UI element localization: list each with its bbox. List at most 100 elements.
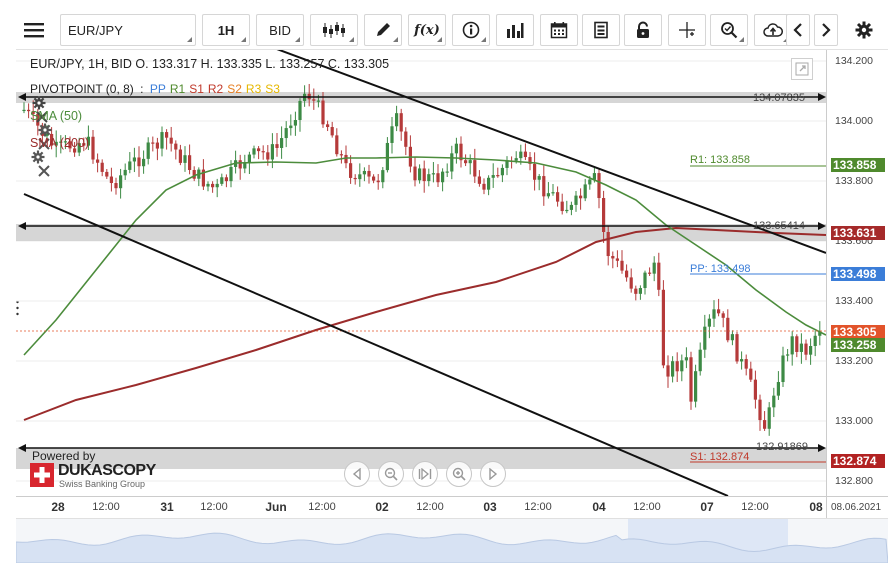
candle-body [422, 168, 426, 182]
price-side-value: BID [269, 22, 291, 38]
candle-body [537, 176, 541, 180]
candle-body [395, 113, 399, 127]
candle-body [523, 151, 527, 158]
chart-type-button[interactable] [310, 14, 358, 46]
hline-mid-label: 133.65414 [753, 220, 805, 232]
menu-button[interactable] [16, 14, 52, 46]
zoom-in-button[interactable] [446, 461, 472, 487]
candle-body [615, 258, 619, 261]
sma200-title: SMA (200) [30, 136, 90, 150]
navigator[interactable] [15, 518, 888, 564]
fullscreen-button[interactable] [791, 58, 813, 80]
price-label: 133.258 [831, 338, 885, 352]
drawing-tools-button[interactable] [364, 14, 402, 46]
candle-body [482, 183, 486, 190]
time-label: 31 [160, 500, 174, 514]
volume-button[interactable] [496, 14, 534, 46]
time-label: 12:00 [92, 501, 120, 513]
dropdown-corner-icon [393, 37, 398, 42]
instrument-select[interactable]: EUR/JPY [60, 14, 196, 46]
time-axis[interactable]: 28 12:00 31 12:00 Jun 12:00 02 12:00 03 12:00 04 12… [16, 496, 826, 518]
reset-view-button[interactable] [412, 461, 438, 487]
candle-body [91, 136, 95, 160]
candle-body [569, 204, 573, 210]
zoom-button[interactable] [710, 14, 748, 46]
candle-body [804, 343, 808, 355]
report-button[interactable] [582, 14, 620, 46]
candlestick-icon [323, 22, 345, 38]
candle-body [243, 163, 247, 169]
dukascopy-logo-icon [30, 463, 54, 487]
document-icon [594, 21, 608, 39]
candle-body [165, 132, 169, 138]
hline-top-label: 134.07835 [753, 92, 805, 104]
bar-chart-icon [507, 23, 524, 38]
candle-body [652, 262, 656, 274]
time-label: 12:00 [308, 501, 336, 513]
candle-body [252, 148, 256, 155]
candle-body [717, 309, 721, 314]
powered-by-text: Powered by [32, 449, 96, 463]
sma50-title: SMA (50) [30, 109, 83, 123]
time-axis-corner: 08.06.2021 [826, 496, 888, 518]
date-label: 08.06.2021 [831, 502, 882, 513]
indicators-button[interactable]: f(x) [408, 14, 446, 46]
pan-left-button[interactable] [344, 461, 370, 487]
time-label: 08 [809, 500, 823, 514]
candle-body [546, 193, 550, 197]
candle-body [809, 346, 813, 355]
info-button[interactable] [452, 14, 490, 46]
pivot-item: S1 [189, 82, 204, 96]
candle-body [721, 313, 725, 318]
candle-body [786, 354, 790, 356]
pivot-item: R3 [245, 82, 262, 96]
dropdown-corner-icon [187, 37, 192, 42]
lock-button[interactable] [624, 14, 662, 46]
candle-body [229, 166, 233, 182]
settings-button[interactable] [848, 14, 880, 46]
candle-body [588, 179, 592, 185]
candle-body [556, 192, 560, 202]
candle-body [326, 124, 330, 128]
instrument-value: EUR/JPY [68, 22, 123, 38]
candle-body [477, 176, 481, 184]
chart-area[interactable]: 134.07835 133.65414 132.91869 R1: 133.85… [16, 50, 826, 496]
pivot-separator: : [140, 82, 144, 96]
candle-body [404, 131, 408, 147]
candle-body [450, 153, 454, 172]
candle-body [680, 360, 684, 372]
candle-body [418, 168, 422, 181]
timeframe-select[interactable]: 1H [202, 14, 250, 46]
pivot-items: PP R1 S1 R2 S2 R3 S3 [150, 82, 284, 96]
price-side-select[interactable]: BID [256, 14, 304, 46]
calendar-button[interactable] [540, 14, 578, 46]
gear-icon[interactable] [38, 123, 52, 137]
candle-body [381, 170, 385, 183]
candle-body [694, 371, 698, 402]
candle-body [215, 183, 219, 188]
gear-icon[interactable] [32, 96, 46, 110]
expand-icon [795, 62, 809, 76]
candle-body [109, 176, 113, 184]
zoom-out-button[interactable] [378, 461, 404, 487]
price-axis[interactable]: 134.200 134.000 133.800 133.600 133.400 133.2… [826, 50, 888, 496]
close-icon[interactable] [37, 164, 51, 178]
candle-body [542, 176, 546, 197]
calendar-icon [550, 22, 568, 39]
candle-body [468, 160, 472, 164]
chevron-left-icon [793, 23, 802, 37]
candle-body [648, 272, 652, 274]
dropdown-corner-icon [295, 37, 300, 42]
zoom-out-icon [384, 467, 398, 481]
pan-right-button[interactable] [480, 461, 506, 487]
candle-body [372, 176, 376, 181]
r1-label: R1: 133.858 [690, 154, 750, 166]
candle-body [496, 175, 500, 177]
crosshair-button[interactable] [668, 14, 706, 46]
sma200-legend[interactable]: SMA (200) [30, 136, 89, 178]
scroll-right-button[interactable] [814, 14, 838, 46]
scroll-left-button[interactable] [786, 14, 810, 46]
candle-body [160, 132, 164, 149]
gear-icon[interactable] [31, 150, 45, 164]
candle-body [137, 157, 141, 167]
